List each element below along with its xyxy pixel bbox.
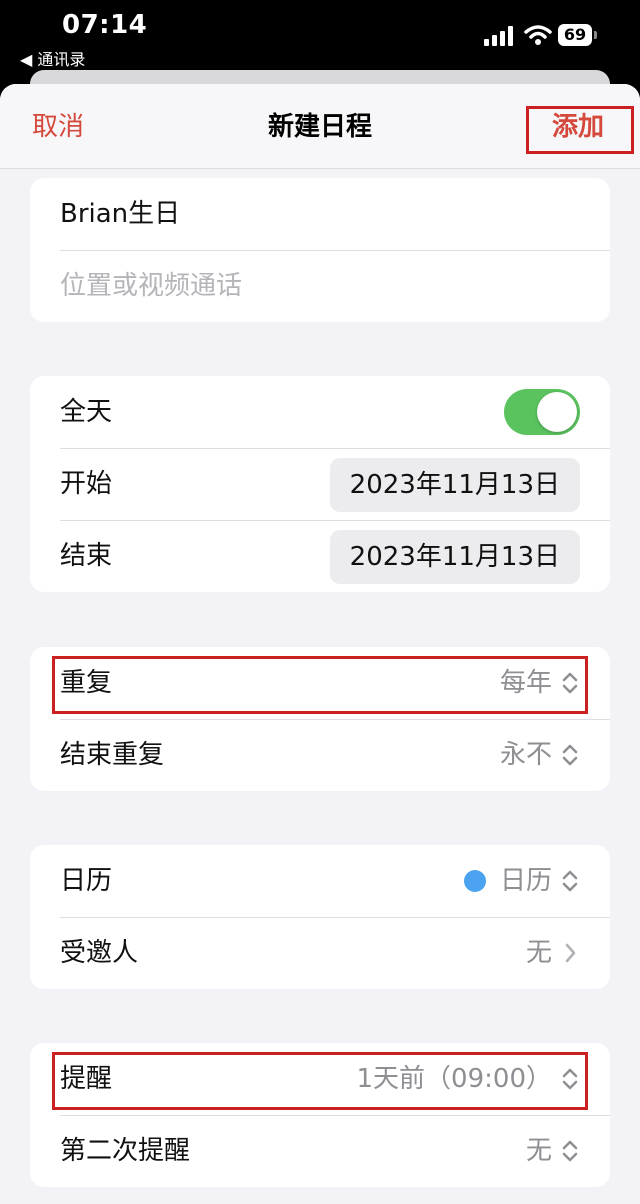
alert-label: 提醒 bbox=[60, 1064, 113, 1094]
chevron-up-down-icon bbox=[562, 744, 578, 766]
repeat-row[interactable]: 重复 每年 bbox=[30, 647, 610, 719]
wifi-icon bbox=[524, 25, 552, 45]
end-repeat-row[interactable]: 结束重复 永不 bbox=[30, 719, 610, 791]
event-title-value: Brian生日 bbox=[60, 199, 181, 229]
status-bar: 07:14 ◀ 通讯录 69 bbox=[0, 0, 640, 70]
chevron-up-down-icon bbox=[562, 1140, 578, 1162]
repeat-card: 重复 每年 结束重复 永不 bbox=[30, 647, 610, 791]
repeat-value-text: 每年 bbox=[499, 668, 552, 698]
end-label: 结束 bbox=[60, 541, 113, 571]
cellular-signal-icon bbox=[484, 26, 513, 46]
event-title-field[interactable]: Brian生日 bbox=[30, 178, 610, 250]
calendar-color-dot bbox=[463, 870, 486, 892]
start-row: 开始 2023年11月13日 bbox=[30, 448, 610, 520]
calendar-value: 日历 bbox=[463, 845, 580, 917]
location-placeholder: 位置或视频通话 bbox=[60, 271, 243, 301]
end-repeat-label: 结束重复 bbox=[60, 740, 165, 770]
start-date-button[interactable]: 2023年11月13日 bbox=[329, 458, 580, 512]
invitees-value-text: 无 bbox=[525, 938, 552, 968]
new-event-sheet: 取消 新建日程 添加 Brian生日 位置或视频通话 全天 开始 2023年11… bbox=[0, 84, 640, 1204]
invitees-value: 无 bbox=[526, 917, 580, 989]
repeat-value: 每年 bbox=[500, 647, 580, 719]
add-button[interactable]: 添加 bbox=[552, 106, 604, 143]
battery-icon: 69 bbox=[558, 24, 592, 46]
chevron-right-icon bbox=[565, 943, 576, 963]
toggle-knob bbox=[537, 392, 577, 432]
back-to-app-link[interactable]: ◀ 通讯录 bbox=[20, 46, 85, 70]
status-time: 07:14 bbox=[62, 10, 148, 40]
nav-bar: 取消 新建日程 添加 bbox=[0, 84, 640, 169]
calendar-row[interactable]: 日历 日历 bbox=[30, 845, 610, 917]
battery-tip bbox=[594, 31, 597, 39]
alert-row[interactable]: 提醒 1天前（09:00） bbox=[30, 1043, 610, 1115]
time-card: 全天 开始 2023年11月13日 结束 2023年11月13日 bbox=[30, 376, 610, 592]
invitees-label: 受邀人 bbox=[60, 938, 139, 968]
second-alert-value: 无 bbox=[526, 1115, 580, 1187]
page-title: 新建日程 bbox=[267, 112, 372, 142]
alert-card: 提醒 1天前（09:00） 第二次提醒 无 bbox=[30, 1043, 610, 1187]
all-day-toggle[interactable] bbox=[504, 389, 580, 435]
end-repeat-value-text: 永不 bbox=[499, 740, 552, 770]
calendar-value-text: 日历 bbox=[499, 866, 552, 896]
event-title-card: Brian生日 位置或视频通话 bbox=[30, 178, 610, 322]
invitees-row[interactable]: 受邀人 无 bbox=[30, 917, 610, 989]
calendar-label: 日历 bbox=[60, 866, 113, 896]
second-alert-row[interactable]: 第二次提醒 无 bbox=[30, 1115, 610, 1187]
end-repeat-value: 永不 bbox=[500, 719, 580, 791]
calendar-card: 日历 日历 受邀人 无 bbox=[30, 845, 610, 989]
alert-value: 1天前（09:00） bbox=[357, 1043, 580, 1115]
alert-value-text: 1天前（09:00） bbox=[356, 1064, 552, 1094]
all-day-label: 全天 bbox=[60, 397, 113, 427]
repeat-label: 重复 bbox=[60, 668, 113, 698]
start-label: 开始 bbox=[60, 469, 113, 499]
end-date-button[interactable]: 2023年11月13日 bbox=[329, 530, 580, 584]
chevron-up-down-icon bbox=[562, 672, 578, 694]
second-alert-value-text: 无 bbox=[525, 1136, 552, 1166]
all-day-row: 全天 bbox=[30, 376, 610, 448]
second-alert-label: 第二次提醒 bbox=[60, 1136, 191, 1166]
chevron-up-down-icon bbox=[562, 870, 578, 892]
end-row: 结束 2023年11月13日 bbox=[30, 520, 610, 592]
location-field[interactable]: 位置或视频通话 bbox=[30, 250, 610, 322]
chevron-up-down-icon bbox=[562, 1068, 578, 1090]
